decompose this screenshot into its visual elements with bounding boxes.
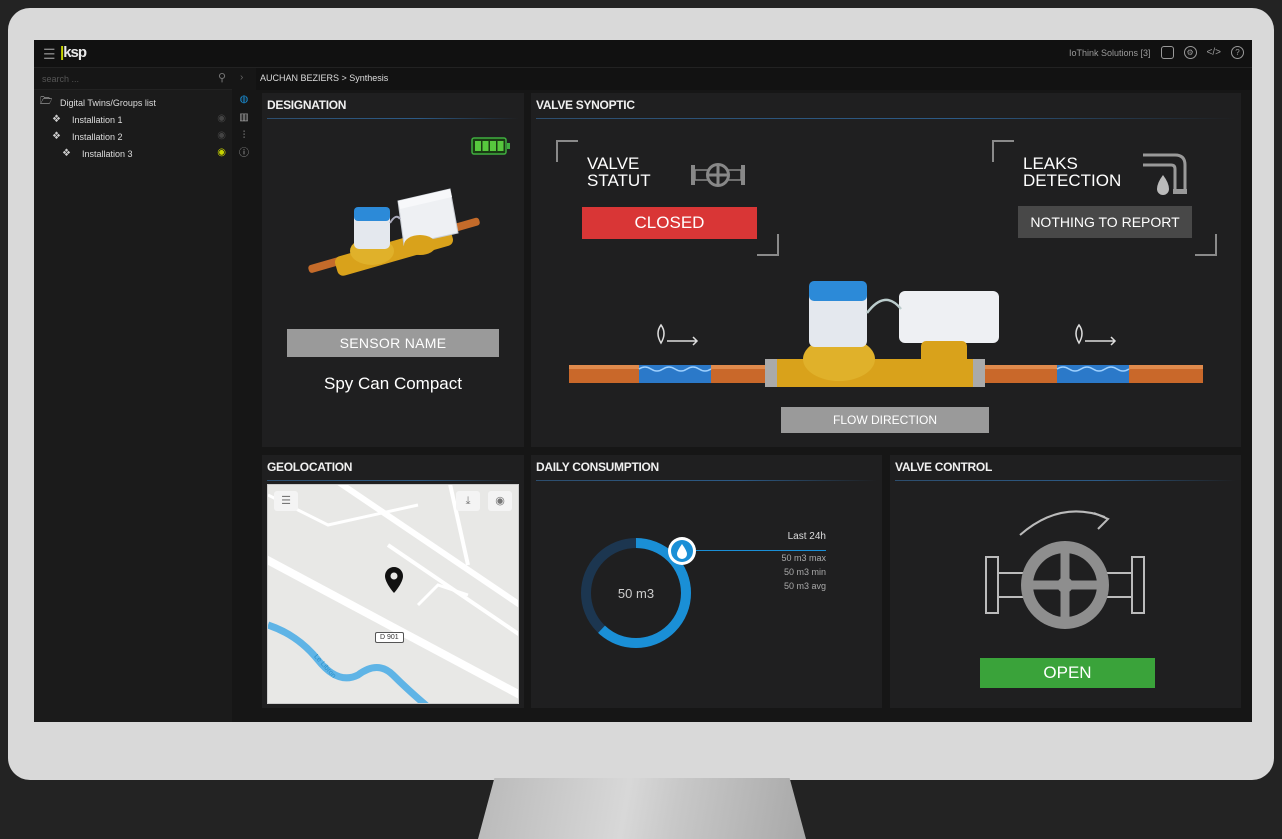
leaks-detection-heading: LEAKS DETECTION <box>1023 154 1122 190</box>
avg-value: 50 m3 avg <box>783 581 826 591</box>
tree-item-label: Installation 1 <box>72 114 123 125</box>
corner-bracket <box>556 140 578 162</box>
map-menu-icon[interactable]: ☰ <box>274 491 298 511</box>
map-view[interactable]: ☰ ⤓ ◉ D 901 Le Libron <box>267 484 519 704</box>
pipeline-diagram <box>569 281 1203 387</box>
tree-item-label: Installation 3 <box>82 148 133 159</box>
help-icon[interactable]: ? <box>1231 46 1244 59</box>
eye-icon[interactable]: ◉ <box>217 113 226 124</box>
chevron-right-icon[interactable]: › <box>240 72 243 83</box>
chart-icon[interactable]: ▥ <box>238 112 250 124</box>
valve-status-badge: CLOSED <box>582 207 757 239</box>
group-icon: ❖ <box>52 131 61 142</box>
search-icon[interactable]: ⚲ <box>218 71 226 84</box>
group-icon: ❖ <box>62 148 71 159</box>
valve-icon <box>691 163 745 187</box>
search-input[interactable] <box>40 71 210 87</box>
panel-title: DAILY CONSUMPTION <box>536 460 659 474</box>
location-pin-icon <box>385 567 403 593</box>
monitor-icon[interactable] <box>1160 46 1174 59</box>
group-icon: ❖ <box>52 114 61 125</box>
panel-title: VALVE CONTROL <box>895 460 992 474</box>
designation-panel: DESIGNATION SENSOR NAME Spy Can Compact <box>262 93 524 447</box>
panel-title: DESIGNATION <box>267 98 347 112</box>
leak-status-badge: NOTHING TO REPORT <box>1018 206 1192 238</box>
tree-item-installation-2[interactable]: ❖ Installation 2 ◉ <box>40 128 230 145</box>
corner-bracket <box>1195 234 1217 256</box>
max-value: 50 m3 max <box>781 553 826 563</box>
tree-list: 🗁 Digital Twins/Groups list ❖ Installati… <box>40 94 230 162</box>
geolocation-panel: GEOLOCATION ☰ ⤓ ◉ D 901 Le Libron <box>262 455 524 708</box>
sensor-name-label: SENSOR NAME <box>287 329 499 357</box>
leak-pipe-icon <box>1143 153 1187 195</box>
valve-status-heading: VALVE STATUT <box>587 154 651 190</box>
flow-direction-button[interactable]: FLOW DIRECTION <box>781 407 989 433</box>
title-underline <box>536 480 877 481</box>
settings-icon[interactable]: ⚙ <box>1183 46 1197 59</box>
gauge-connector <box>696 550 826 551</box>
top-bar: ☰ |ksp IoThink Solutions [3] ⚙ </> ? <box>34 40 1252 68</box>
dashboard: DESIGNATION SENSOR NAME Spy Can Compact … <box>256 90 1252 722</box>
min-value: 50 m3 min <box>783 567 826 577</box>
tree-root-label: Digital Twins/Groups list <box>60 97 156 108</box>
breadcrumb[interactable]: AUCHAN BEZIERS > Synthesis <box>260 73 388 83</box>
account-name[interactable]: IoThink Solutions [3] <box>1069 48 1151 58</box>
period-label: Last 24h <box>787 531 826 542</box>
search-bar: ⚲ <box>34 68 232 90</box>
sliders-icon[interactable]: ⫶ <box>238 130 250 142</box>
top-right-actions: IoThink Solutions [3] ⚙ </> ? <box>1069 46 1244 59</box>
sidebar: ⚲ 🗁 Digital Twins/Groups list ❖ Installa… <box>34 68 232 722</box>
corner-bracket <box>757 234 779 256</box>
corner-bracket <box>992 140 1014 162</box>
monitor-stand <box>478 778 806 839</box>
panel-title: VALVE SYNOPTIC <box>536 98 635 112</box>
sensor-name-value: Spy Can Compact <box>324 374 462 393</box>
tree-item-installation-3[interactable]: ❖ Installation 3 ◉ <box>40 145 230 162</box>
valve-control-panel: VALVE CONTROL OPEN <box>890 455 1241 708</box>
road-label: D 901 <box>375 632 404 643</box>
eye-icon[interactable]: ◉ <box>217 147 226 158</box>
tree-item-label: Installation 2 <box>72 131 123 142</box>
tree-item-installation-1[interactable]: ❖ Installation 1 ◉ <box>40 111 230 128</box>
consumption-value: 50 m3 <box>617 586 655 601</box>
sensor-device-image <box>308 188 480 276</box>
daily-consumption-panel: DAILY CONSUMPTION 50 m3 Last 24h 50 m3 m… <box>531 455 882 708</box>
eye-icon[interactable]: ◉ <box>217 130 226 141</box>
water-drop-icon <box>668 537 696 565</box>
title-underline <box>895 480 1236 481</box>
icon-rail: ◍ ▥ ⫶ ⓘ <box>232 68 256 722</box>
download-icon[interactable]: ⤓ <box>456 491 480 511</box>
valve-wheel-icon[interactable] <box>980 495 1150 635</box>
code-icon[interactable]: </> <box>1207 47 1221 58</box>
open-valve-button[interactable]: OPEN <box>980 658 1155 688</box>
valve-synoptic-panel: VALVE SYNOPTIC VALVE STATUT CLOSED LEAKS <box>531 93 1241 447</box>
info-icon[interactable]: ⓘ <box>238 148 250 160</box>
title-underline <box>536 118 1236 119</box>
map-tiles <box>268 485 518 703</box>
menu-icon[interactable]: ☰ <box>43 46 56 63</box>
title-underline <box>267 118 519 119</box>
app-screen: ☰ |ksp IoThink Solutions [3] ⚙ </> ? ⚲ 🗁… <box>34 40 1252 722</box>
app-logo: |ksp <box>60 44 87 61</box>
eye-icon[interactable]: ◉ <box>488 491 512 511</box>
battery-icon <box>471 137 510 155</box>
breadcrumb-bar: › AUCHAN BEZIERS > Synthesis <box>232 68 1252 90</box>
folder-icon: 🗁 <box>40 96 53 107</box>
globe-icon[interactable]: ◍ <box>238 94 250 106</box>
tree-root[interactable]: 🗁 Digital Twins/Groups list <box>40 94 230 111</box>
title-underline <box>267 480 519 481</box>
panel-title: GEOLOCATION <box>267 460 353 474</box>
